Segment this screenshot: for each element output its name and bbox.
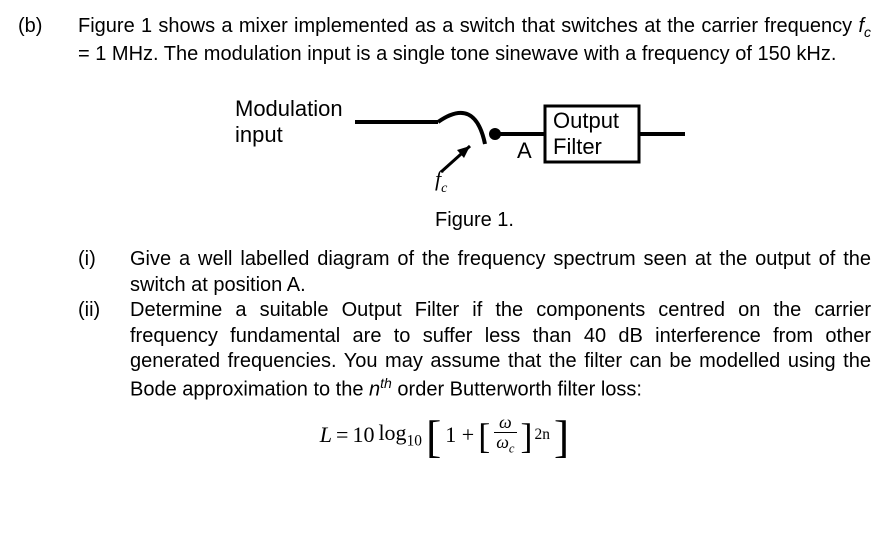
part-label: (b) (18, 14, 78, 40)
sub-i-text: Give a well labelled diagram of the freq… (130, 247, 871, 298)
eq-omega-c-sub: c (509, 442, 515, 456)
eq-10: 10 (352, 421, 374, 449)
eq-log: log10 (378, 419, 422, 451)
equation: L = 10 log10 [ 1 + [ ω ωc ] 2n ] (18, 413, 871, 456)
eq-fraction: ω ωc (494, 413, 516, 456)
eq-one-plus: 1 + (445, 421, 474, 449)
sub-i-label: (i) (78, 247, 130, 273)
nth-n: n (369, 379, 380, 401)
filter-label-2: Filter (553, 134, 602, 159)
eq-exp: 2n (535, 425, 550, 445)
intro-paragraph: Figure 1 shows a mixer implemented as a … (78, 14, 871, 68)
figure-svg: Modulation input fc A Output Filter (185, 84, 705, 204)
figure-1: Modulation input fc A Output Filter (18, 84, 871, 204)
intro-text-post: = 1 MHz. The modulation input is a singl… (78, 43, 836, 65)
eq-lbracket-outer: [ (426, 423, 441, 451)
sub-ii-post: order Butterworth filter loss: (392, 379, 642, 401)
eq-L: L (320, 421, 332, 449)
eq-rbracket-outer: ] (554, 423, 569, 451)
figure-caption: Figure 1. (78, 208, 871, 234)
fc-sub: c (864, 24, 871, 40)
eq-log-sub: 10 (407, 432, 422, 449)
eq-rbracket-inner: ] (521, 424, 533, 449)
switch-arc (438, 112, 485, 143)
eq-log-text: log (378, 420, 406, 445)
sub-ii-label: (ii) (78, 298, 130, 324)
modulation-label-2: input (235, 122, 283, 147)
eq-lbracket-inner: [ (478, 424, 490, 449)
eq-omega-c: ωc (494, 432, 516, 456)
modulation-label-1: Modulation (235, 96, 343, 121)
filter-label-1: Output (553, 108, 619, 133)
eq-equals: = (336, 421, 348, 449)
eq-omega-c-sym: ω (496, 432, 509, 452)
intro-text-pre: Figure 1 shows a mixer implemented as a … (78, 15, 858, 37)
nth-sup: th (380, 375, 392, 391)
node-a-label: A (517, 138, 532, 163)
sub-ii-text: Determine a suitable Output Filter if th… (130, 298, 871, 403)
fc-symbol: fc (858, 15, 871, 37)
eq-omega: ω (497, 413, 514, 432)
